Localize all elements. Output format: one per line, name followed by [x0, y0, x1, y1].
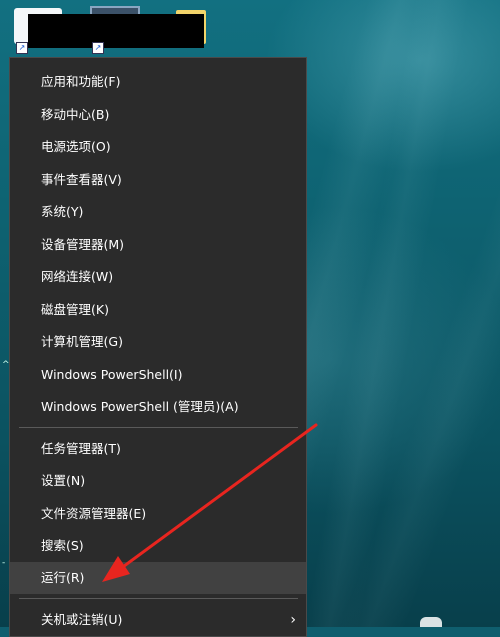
annotation-arrow-shaft: [114, 423, 318, 574]
annotation-arrow: [102, 423, 318, 582]
watermark: [420, 617, 442, 627]
annotation-arrow-head: [102, 556, 130, 582]
